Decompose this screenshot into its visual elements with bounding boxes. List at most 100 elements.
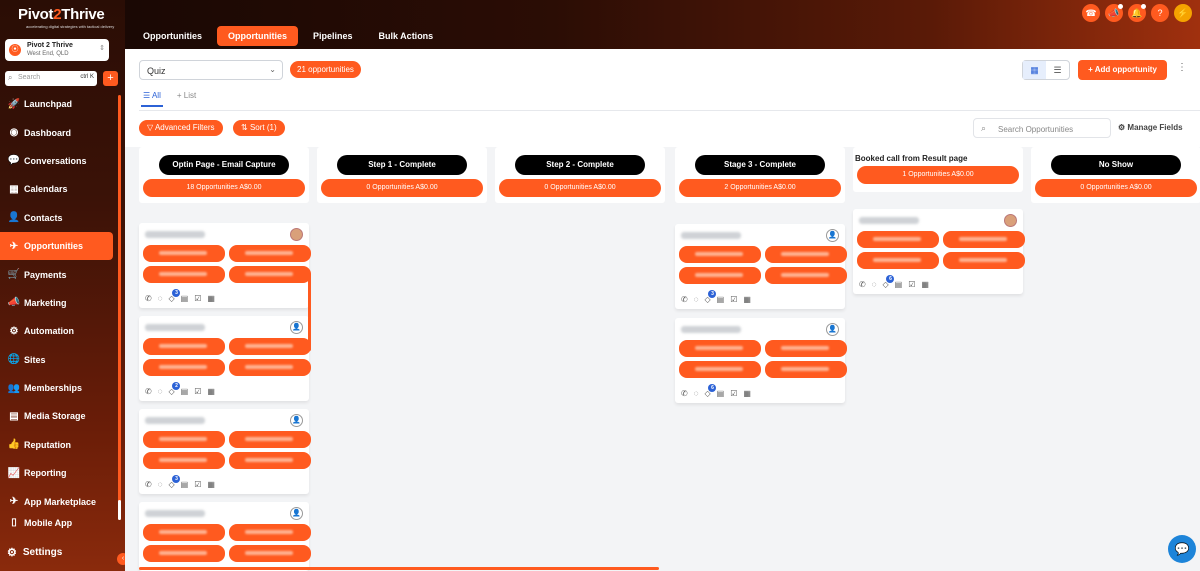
calendar-icon[interactable]: ▦ [743,389,751,398]
sidebar-item-payments[interactable]: 🛒 Payments [0,260,117,288]
column-scrollbar[interactable] [308,273,311,351]
opportunity-card[interactable]: 👤 ✆ ◌ ◇ 2 ▤ ☑ ▦ [139,316,311,401]
avatar[interactable]: 👤 [826,323,839,336]
sidebar-scrollbar[interactable] [118,95,121,520]
tag-icon[interactable]: ◇ 3 [168,289,181,303]
more-options-icon[interactable]: ⋮ [1177,62,1187,73]
note-icon[interactable]: ▤ [717,389,725,398]
message-icon[interactable]: ◌ [694,389,699,398]
sidebar-item-reporting[interactable]: 📈 Reporting [0,459,117,487]
task-icon[interactable]: ☑ [194,294,201,303]
sidebar-item-calendars[interactable]: ▦ Calendars [0,175,117,203]
opportunity-card[interactable]: 👤 ✆ ◌ ◇ 3 ▤ ☑ ▦ [675,224,847,309]
phone-icon[interactable]: ✆ [681,295,688,304]
task-icon[interactable]: ☑ [908,280,915,289]
task-icon[interactable]: ☑ [730,295,737,304]
calendar-icon[interactable]: ▦ [207,480,215,489]
phone-icon[interactable]: ✆ [681,389,688,398]
calendar-icon[interactable]: ▦ [743,295,751,304]
calendar-icon[interactable]: ▦ [921,280,929,289]
account-switcher[interactable]: ⦿ Pivot 2 Thrive West End, QLD ⇕ [5,39,109,61]
avatar[interactable]: 👤 [826,229,839,242]
quick-add-button[interactable]: + [103,71,118,86]
sidebar-item-mobile-app[interactable]: ▯ Mobile App [0,516,117,530]
avatar[interactable]: 👤 [290,507,303,520]
tag-icon[interactable]: ◇ 3 [704,290,717,304]
sidebar-item-reputation[interactable]: 👍 Reputation [0,431,117,459]
task-icon[interactable]: ☑ [194,480,201,489]
note-icon[interactable]: ▤ [181,480,189,489]
note-icon[interactable]: ▤ [181,387,189,396]
note-icon[interactable]: ▤ [181,294,189,303]
message-icon[interactable]: ◌ [158,294,163,303]
phone-icon[interactable]: ✆ [145,480,152,489]
tab-all[interactable]: ☰ All [141,91,163,107]
message-icon[interactable]: ◌ [158,387,163,396]
logo[interactable]: Pivot2Thrive [18,6,105,23]
tab-pipelines[interactable]: Pipelines [302,26,364,46]
task-icon[interactable]: ☑ [730,389,737,398]
help-icon[interactable]: ? [1151,4,1169,22]
tag-icon[interactable]: ◇ 6 [882,275,895,289]
pipeline-select[interactable]: Quiz ⌄ [139,60,283,80]
tag-count-badge: 3 [708,290,717,298]
opportunity-card[interactable]: ✆ ◌ ◇ 3 ▤ ☑ ▦ [139,223,311,308]
sort-button[interactable]: ⇅ Sort (1) [233,120,285,136]
sidebar-item-opportunities[interactable]: ✈ Opportunities [0,231,113,261]
sidebar-item-marketing[interactable]: 📣 Marketing [0,289,117,317]
card-field [143,245,225,262]
avatar[interactable] [290,228,303,241]
opportunity-card[interactable]: 👤 [139,502,311,571]
phone-icon[interactable]: ✆ [859,280,866,289]
message-icon[interactable]: ◌ [694,295,699,304]
avatar[interactable]: 👤 [290,321,303,334]
message-icon[interactable]: ◌ [872,280,877,289]
sidebar-item-settings[interactable]: ⚙ Settings [7,546,62,559]
chat-widget-button[interactable]: 💬 [1168,535,1196,563]
sidebar-item-contacts[interactable]: 👤 Contacts [0,204,117,232]
sidebar-item-media-storage[interactable]: ▤ Media Storage [0,402,117,430]
sidebar-item-app-marketplace[interactable]: ✈ App Marketplace [0,487,117,515]
phone-icon[interactable]: ✆ [145,294,152,303]
list-view-icon[interactable]: ☰ [1046,61,1069,79]
tab-opportunities[interactable]: Opportunities [217,26,298,46]
manage-fields-button[interactable]: ⚙ Manage Fields [1118,123,1183,132]
add-opportunity-button[interactable]: + Add opportunity [1078,60,1167,80]
task-icon[interactable]: ☑ [194,387,201,396]
tab-add-list[interactable]: + List [175,91,198,107]
calendar-icon[interactable]: ▦ [207,387,215,396]
tag-icon[interactable]: ◇ 3 [168,475,181,489]
opportunity-card[interactable]: 👤 ✆ ◌ ◇ 3 ▤ ☑ ▦ [139,409,311,494]
profile-avatar-icon[interactable]: ⚡ [1174,4,1192,22]
advanced-filters-button[interactable]: ▽ Advanced Filters [139,120,223,136]
phone-icon[interactable]: ☎ [1082,4,1100,22]
sidebar-item-sites[interactable]: 🌐 Sites [0,346,117,374]
bell-icon[interactable]: 🔔 [1128,4,1146,22]
sidebar-item-automation[interactable]: ⚙ Automation [0,317,117,345]
sidebar-item-memberships[interactable]: 👥 Memberships [0,374,117,402]
tag-icon[interactable]: ◇ 6 [704,384,717,398]
avatar[interactable] [1004,214,1017,227]
board-horizontal-scrollbar[interactable] [139,567,659,570]
note-icon[interactable]: ▤ [717,295,725,304]
message-icon[interactable]: ◌ [158,480,163,489]
tag-count-badge: 2 [172,382,181,390]
sidebar-item-dashboard[interactable]: ◉ Dashboard [0,118,117,146]
sidebar-item-label: Mobile App [24,517,73,528]
opportunity-card[interactable]: ✆ ◌ ◇ 6 ▤ ☑ ▦ [853,209,1025,294]
search-opportunities-input[interactable]: ⌕ Search Opportunities [973,118,1111,138]
calendar-icon[interactable]: ▦ [207,294,215,303]
tab-opportunities-overview[interactable]: Opportunities [132,26,213,46]
sidebar-scroll-thumb[interactable] [118,500,121,520]
board-view-icon[interactable]: ▦ [1023,61,1046,79]
avatar[interactable]: 👤 [290,414,303,427]
tab-bulk-actions[interactable]: Bulk Actions [368,26,445,46]
sidebar-search[interactable]: ⌕ Search ctrl K [5,71,97,86]
announcement-icon[interactable]: 📣 [1105,4,1123,22]
note-icon[interactable]: ▤ [895,280,903,289]
opportunity-card[interactable]: 👤 ✆ ◌ ◇ 6 ▤ ☑ ▦ [675,318,847,403]
sidebar-item-launchpad[interactable]: 🚀 Launchpad [0,90,117,118]
sidebar-item-conversations[interactable]: 💬 Conversations [0,147,117,175]
tag-icon[interactable]: ◇ 2 [168,382,181,396]
phone-icon[interactable]: ✆ [145,387,152,396]
